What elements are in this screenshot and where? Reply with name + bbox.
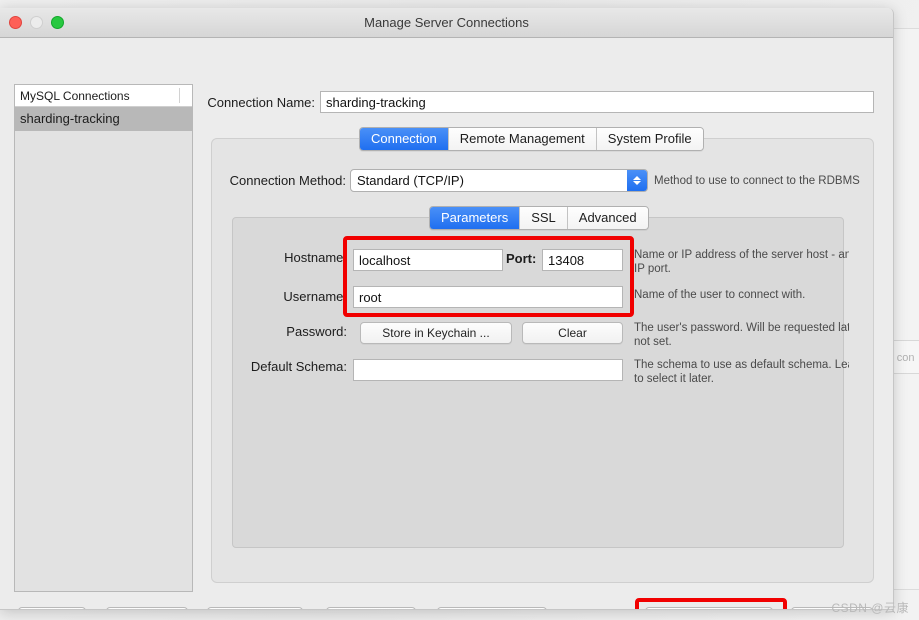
default-schema-hint: The schema to use as default schema. Lea… — [634, 358, 849, 386]
username-hint-line1: Name of the user to connect with. — [634, 289, 806, 301]
connections-list[interactable]: MySQL Connections sharding-tracking — [14, 84, 193, 592]
connections-list-header-label: MySQL Connections — [20, 89, 130, 103]
connection-method-hint: Method to use to connect to the RDBMS — [654, 175, 860, 187]
tab-advanced[interactable]: Advanced — [566, 207, 648, 229]
tab-ssl[interactable]: SSL — [519, 207, 567, 229]
window-titlebar: Manage Server Connections — [0, 8, 893, 38]
connection-name-input[interactable] — [320, 91, 874, 113]
tab-system-profile[interactable]: System Profile — [595, 128, 703, 150]
connection-method-value: Standard (TCP/IP) — [357, 173, 464, 188]
password-hint: The user's password. Will be requested l… — [634, 321, 849, 349]
chevron-updown-icon[interactable] — [627, 170, 647, 191]
default-schema-hint-line1: The schema to use as default schema. Lea… — [634, 359, 849, 371]
username-label: Username: — [283, 289, 347, 304]
window-title: Manage Server Connections — [364, 15, 529, 30]
hostname-hint-line1: Name or IP address of the server host - … — [634, 249, 849, 261]
move-down-button[interactable]: Move Down — [437, 607, 547, 609]
manage-server-connections-window: Manage Server Connections MySQL Connecti… — [0, 8, 894, 610]
watermark: CSDN @云康 — [831, 601, 909, 615]
new-button[interactable]: New — [18, 607, 86, 609]
hostname-label: Hostname: — [284, 250, 347, 265]
password-label: Password: — [286, 324, 347, 339]
hostname-hint: Name or IP address of the server host - … — [634, 248, 849, 276]
port-input[interactable] — [542, 249, 623, 271]
tab-remote-management[interactable]: Remote Management — [447, 128, 596, 150]
tab-parameters[interactable]: Parameters — [430, 207, 520, 229]
default-schema-hint-line2: to select it later. — [634, 373, 714, 385]
port-label: Port: — [506, 251, 537, 266]
hostname-hint-line2: IP port. — [634, 263, 671, 275]
password-hint-line2: not set. — [634, 336, 672, 348]
username-input[interactable] — [353, 286, 623, 308]
outer-tab-bar[interactable]: Connection Remote Management System Prof… — [359, 127, 704, 151]
desktop-backdrop: r con Manage Server Connections MySQL Co… — [0, 0, 919, 620]
clear-password-button[interactable]: Clear — [522, 322, 623, 344]
password-hint-line1: The user's password. Will be requested l… — [634, 322, 849, 334]
connection-method-label: Connection Method: — [229, 173, 346, 188]
connection-name-label: Connection Name: — [207, 95, 315, 110]
move-up-button[interactable]: Move Up — [326, 607, 416, 609]
list-header-divider — [179, 88, 180, 103]
duplicate-button[interactable]: Duplicate — [207, 607, 303, 609]
default-schema-label: Default Schema: — [250, 359, 347, 374]
inner-tab-bar[interactable]: Parameters SSL Advanced — [429, 206, 649, 230]
list-item[interactable]: sharding-tracking — [15, 107, 192, 131]
test-connection-button[interactable]: Test Connection — [645, 607, 773, 609]
default-schema-input[interactable] — [353, 359, 623, 381]
username-hint: Name of the user to connect with. — [634, 288, 849, 302]
connections-list-header: MySQL Connections — [15, 85, 192, 107]
connection-method-select[interactable]: Standard (TCP/IP) — [350, 169, 648, 192]
window-content: MySQL Connections sharding-tracking Conn… — [0, 38, 893, 609]
store-in-keychain-button[interactable]: Store in Keychain ... — [360, 322, 512, 344]
delete-button[interactable]: Delete — [106, 607, 188, 609]
tab-connection[interactable]: Connection — [360, 128, 448, 150]
hostname-input[interactable] — [353, 249, 503, 271]
